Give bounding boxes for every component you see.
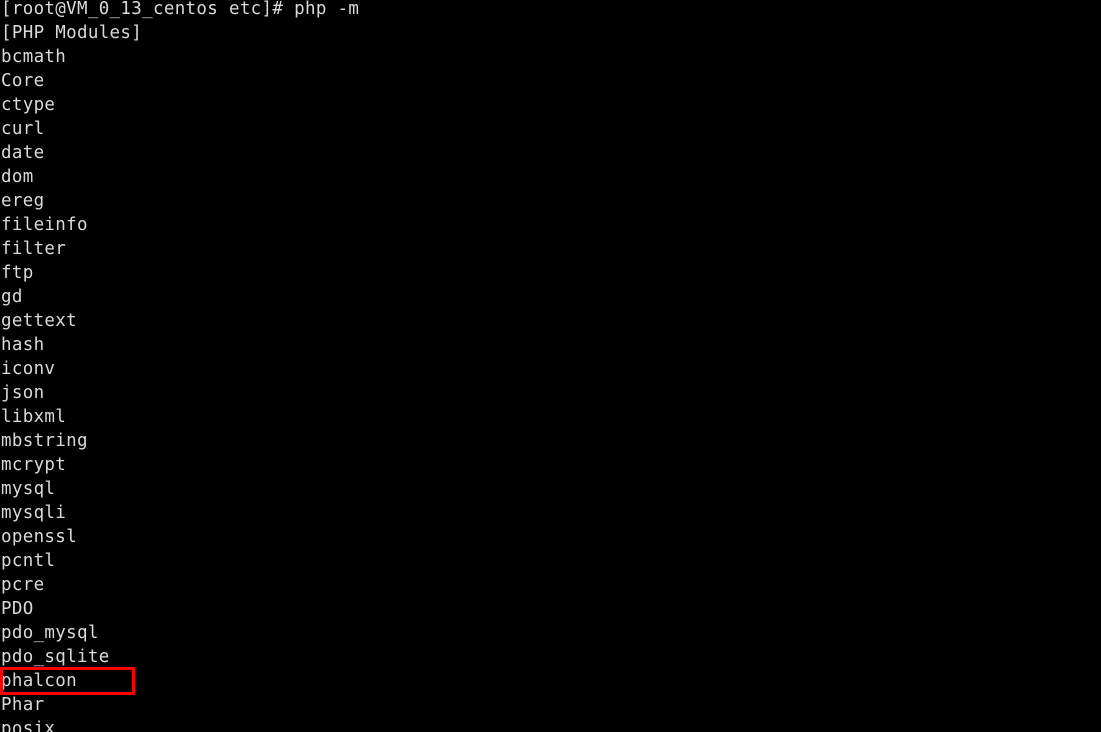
module-line: libxml xyxy=(1,407,67,427)
module-line: Phar xyxy=(1,695,45,715)
module-line: phalcon xyxy=(1,671,77,691)
module-line: pdo_sqlite xyxy=(1,647,110,667)
module-line: json xyxy=(1,383,45,403)
module-line: hash xyxy=(1,335,45,355)
module-line: mysql xyxy=(1,479,56,499)
module-line: pcre xyxy=(1,575,45,595)
module-line: mbstring xyxy=(1,431,88,451)
module-line: openssl xyxy=(1,527,77,547)
module-line: pdo_mysql xyxy=(1,623,99,643)
module-line: dom xyxy=(1,167,34,187)
module-line: posix xyxy=(1,719,56,732)
module-line: filter xyxy=(1,239,67,259)
terminal-output[interactable]: [root@VM_0_13_centos etc]# php -m [PHP M… xyxy=(0,0,1101,732)
module-line: gettext xyxy=(1,311,77,331)
module-line: iconv xyxy=(1,359,56,379)
module-line: pcntl xyxy=(1,551,56,571)
module-line: ereg xyxy=(1,191,45,211)
module-line: Core xyxy=(1,71,45,91)
module-line: mysqli xyxy=(1,503,67,523)
terminal-screen: [root@VM_0_13_centos etc]# php -m [PHP M… xyxy=(0,0,1101,732)
module-line: ftp xyxy=(1,263,34,283)
module-line: ctype xyxy=(1,95,56,115)
shell-prompt-line: [root@VM_0_13_centos etc]# php -m xyxy=(1,0,360,19)
module-line: bcmath xyxy=(1,47,67,67)
module-line: date xyxy=(1,143,45,163)
module-line: mcrypt xyxy=(1,455,67,475)
module-line: curl xyxy=(1,119,45,139)
module-line: PDO xyxy=(1,599,34,619)
module-line: gd xyxy=(1,287,23,307)
php-module-list: bcmath Core ctype curl date dom ereg fileinfo fi… xyxy=(0,45,1101,732)
module-line: fileinfo xyxy=(1,215,88,235)
php-modules-header: [PHP Modules] xyxy=(1,23,143,43)
